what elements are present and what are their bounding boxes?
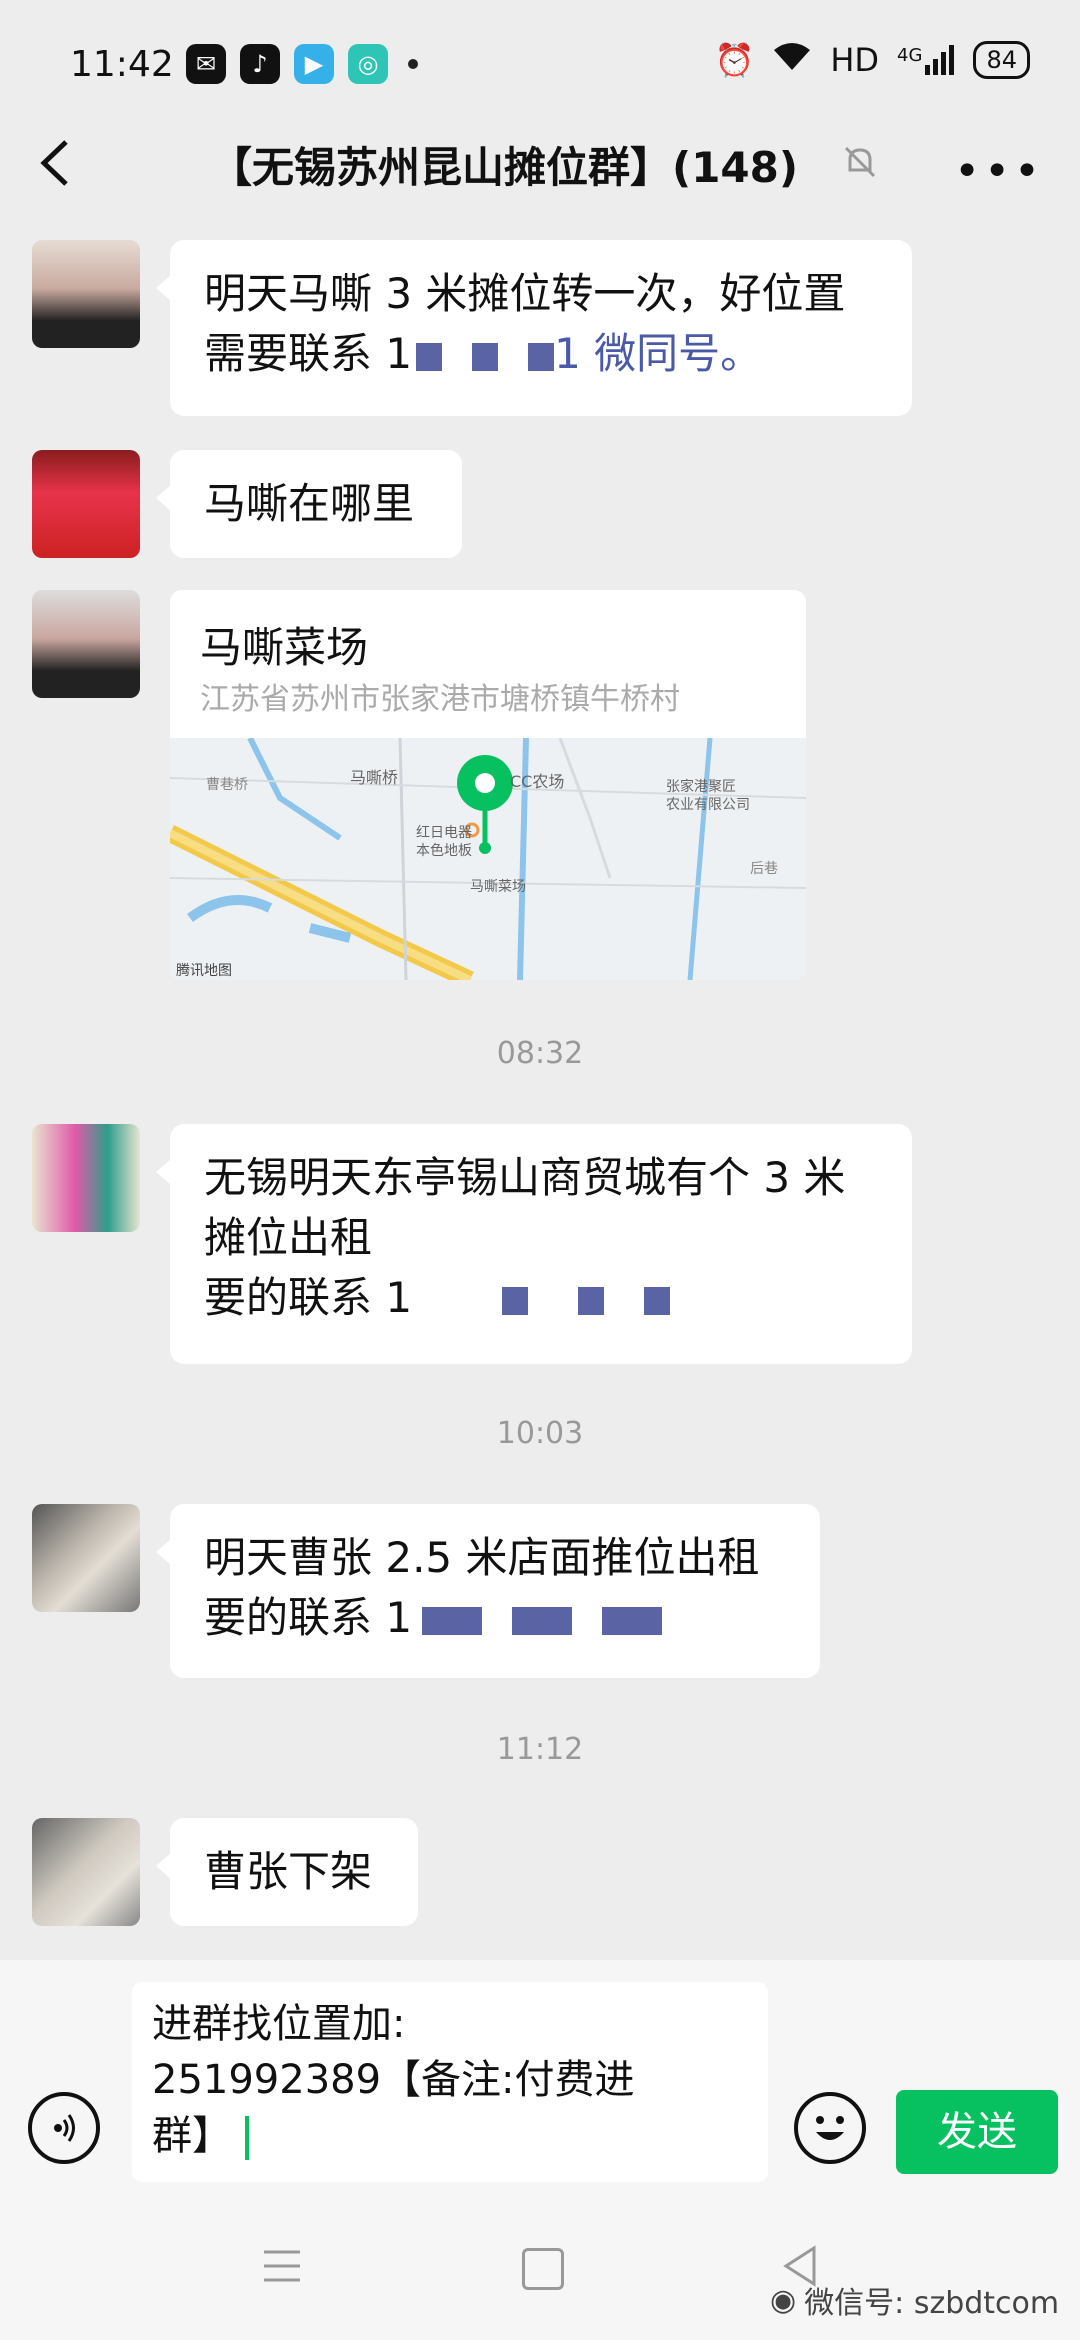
message-line: 需要联系 1 1 微同号。 [204,324,878,384]
wechat-icon: ✉ [186,44,226,84]
redacted-phone [644,1286,671,1315]
message-line: 无锡明天东亭锡山商贸城有个 3 米 [204,1153,846,1202]
map-label: CC农场 [510,772,565,791]
message-line: 要的联系 1 [204,1588,786,1648]
redacted-phone [416,342,443,371]
avatar[interactable] [32,450,140,558]
map-label: 红日电器 [416,825,472,841]
emoji-icon[interactable] [794,2092,866,2164]
redacted-phone [602,1606,663,1635]
input-line: 群】 [152,2108,748,2164]
tiktok-icon: ♪ [240,44,280,84]
map-preview[interactable]: 马嘶桥 CC农场 张家港聚匠 农业有限公司 红日电器 本色地板 马嘶菜场 曹巷桥… [170,738,806,980]
message-text: 需要联系 1 [204,329,413,378]
map-label: 本色地板 [416,843,472,859]
redacted-phone [578,1286,605,1315]
avatar[interactable] [32,240,140,348]
message-text: 曹张下架 [204,1847,373,1896]
battery-icon: 84 [973,41,1030,79]
avatar[interactable] [32,1504,140,1612]
watermark: ◉ 微信号: szbdtcom [770,2278,1059,2322]
redacted-phone [472,342,499,371]
back-arrow-icon[interactable] [36,138,76,188]
input-line: 251992389【备注:付费进 [152,2057,635,2103]
location-address: 江苏省苏州市张家港市塘桥镇牛桥村 [200,682,680,717]
alarm-icon: ⏰ [714,41,755,79]
watermark-text: 微信号: szbdtcom [804,2286,1060,2321]
signal-label: 4G [897,45,923,66]
timestamp: 11:12 [496,1732,584,1767]
chat-header: 【无锡苏州昆山摊位群】(148) ••• [0,120,1080,210]
status-bar: 11:42 ✉ ♪ ▶ ◎ ⏰ HD 4G 84 [0,0,1080,130]
map-label: 张家港聚匠 [666,779,736,795]
message-text: 1 微同号。 [554,329,763,378]
redacted-phone [502,1286,529,1315]
map-provider-label: 腾讯地图 [176,963,232,979]
text-cursor [244,2116,249,2160]
mute-bell-icon [840,142,880,182]
chat-app-icon: ◎ [348,44,388,84]
message-text: 马嘶在哪里 [204,479,415,528]
map-label: 马嘶菜场 [470,879,526,895]
message-line: 明天曹张 2.5 米店面推位出租 [204,1533,760,1582]
recents-menu-icon[interactable] [262,2248,302,2288]
redacted-phone [528,342,555,371]
redacted-phone [512,1606,573,1635]
message-line: 明天马嘶 3 米摊位转一次，好位置 [204,269,846,318]
status-time: 11:42 [70,44,174,85]
group-title: 【无锡苏州昆山摊位群】(148) [210,143,799,192]
message-text: 要的联系 1 [204,1273,413,1322]
wifi-icon [772,40,812,80]
message-line: 摊位出租 [204,1213,373,1262]
send-button[interactable]: 发送 [896,2090,1058,2174]
location-name: 马嘶菜场 [200,623,369,672]
message-bubble[interactable]: 曹张下架 [156,1818,418,1926]
timestamp: 10:03 [496,1416,584,1451]
message-line: 要的联系 1 [204,1268,878,1328]
video-app-icon: ▶ [294,44,334,84]
message-input[interactable]: 进群找位置加: 251992389【备注:付费进 群】 [132,1982,768,2182]
location-card[interactable]: 马嘶菜场 江苏省苏州市张家港市塘桥镇牛桥村 马嘶桥 CC农场 张家港聚匠 农业有… [170,590,806,980]
more-options-icon[interactable]: ••• [954,146,1044,197]
signal-icon: 4G [897,45,955,75]
map-label: 曹巷桥 [206,777,248,793]
map-label: 马嘶桥 [350,768,399,787]
home-square-icon[interactable] [522,2248,564,2290]
input-text: 群】 [152,2113,232,2159]
timestamp: 08:32 [496,1036,584,1071]
avatar[interactable] [32,1818,140,1926]
status-right: ⏰ HD 4G 84 [714,40,1030,80]
message-bubble[interactable]: 明天曹张 2.5 米店面推位出租 要的联系 1 [156,1504,820,1678]
avatar[interactable] [32,590,140,698]
map-label: 后巷 [750,861,778,877]
input-bar: 进群找位置加: 251992389【备注:付费进 群】 发送 [0,1960,1080,2200]
redacted-phone [422,1606,483,1635]
message-bubble[interactable]: 无锡明天东亭锡山商贸城有个 3 米 摊位出租 要的联系 1 [156,1124,912,1364]
network-type: HD [830,41,880,79]
input-line: 进群找位置加: [152,2001,406,2047]
avatar[interactable] [32,1124,140,1232]
voice-input-icon[interactable] [28,2092,100,2164]
message-bubble[interactable]: 马嘶在哪里 [156,450,462,558]
map-label: 农业有限公司 [666,797,750,813]
message-bubble[interactable]: 明天马嘶 3 米摊位转一次，好位置 需要联系 1 1 微同号。 [156,240,912,416]
notification-icons: ✉ ♪ ▶ ◎ [186,44,418,84]
more-notifications-icon [408,59,418,69]
message-text: 要的联系 1 [204,1593,413,1642]
wechat-logo-icon: ◉ [770,2282,797,2318]
